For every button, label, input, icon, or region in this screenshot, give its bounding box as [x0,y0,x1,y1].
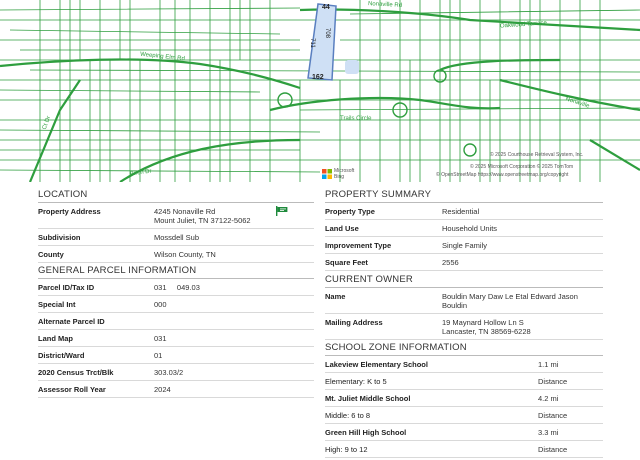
school-middle-distance-label: Distance [538,411,568,420]
square-feet-label: Square Feet [325,258,368,267]
school-row: Middle: 6 to 8 Distance [325,407,603,424]
mailing-address-label: Mailing Address [325,318,383,327]
subdivision-label: Subdivision [38,233,81,242]
current-owner-section: CURRENT OWNER Name Bouldin Mary Daw Le E… [325,274,603,340]
census-label: 2020 Census Trct/Blk [38,368,114,377]
school-middle-name: Mt. Juliet Middle School [325,394,411,403]
owner-row: Mailing Address 19 Maynard Hollow Ln S L… [325,314,603,340]
owner-name-value: Bouldin Mary Daw Le Etal Edward Jason Bo… [442,292,578,310]
parcel-row: Alternate Parcel ID [38,313,314,330]
parcel-label-top: 44 [322,4,330,11]
location-section: LOCATION Property Address 4245 Nonaville… [38,189,314,263]
mailing-address-value: 19 Maynard Hollow Ln S Lancaster, TN 385… [442,318,531,336]
map-credit-line1: © 2025 Courthouse Retrieval System, Inc. [490,152,584,158]
summary-row: Land Use Household Units [325,220,603,237]
parcel-label-left: 711 [308,38,315,48]
parcel-map[interactable]: 44 711 708 162 Nonaville Rd Oakwood Terr… [0,0,640,182]
current-owner-title: CURRENT OWNER [325,274,603,288]
school-row: High: 9 to 12 Distance [325,441,603,458]
location-row-county: County Wilson County, TN [38,246,314,263]
county-label: County [38,250,64,259]
property-type-value: Residential [442,207,480,216]
school-elementary-name: Lakeview Elementary School [325,360,428,369]
map-credit-line2: © 2025 Microsoft Corporation © 2025 TomT… [470,164,574,170]
roll-year-label: Assessor Roll Year [38,385,106,394]
roll-year-value: 2024 [154,385,171,394]
school-elementary-distance: 1.1 mi [538,360,559,369]
parcel-row: Land Map 031 [38,330,314,347]
improvement-type-label: Improvement Type [325,241,392,250]
school-row: Lakeview Elementary School 1.1 mi [325,356,603,373]
general-parcel-title: GENERAL PARCEL INFORMATION [38,265,314,279]
improvement-type-value: Single Family [442,241,488,250]
school-row: Mt. Juliet Middle School 4.2 mi [325,390,603,407]
bing-logo: Microsoft Bing [322,168,366,180]
property-address-value: 4245 Nonaville Rd Mount Juliet, TN 37122… [154,207,251,225]
subdivision-value: Mossdell Sub [154,233,200,242]
special-int-label: Special Int [38,300,76,309]
general-parcel-section: GENERAL PARCEL INFORMATION Parcel ID/Tax… [38,265,314,398]
district-ward-label: District/Ward [38,351,85,360]
special-int-value: 000 [154,300,167,309]
summary-row: Property Type Residential [325,203,603,220]
county-value: Wilson County, TN [154,250,216,259]
property-type-label: Property Type [325,207,375,216]
parcel-row: Parcel ID/Tax ID 031 049.03 [38,279,314,296]
parcel-row: District/Ward 01 [38,347,314,364]
location-row-subdivision: Subdivision Mossdell Sub [38,229,314,246]
square-feet-value: 2556 [442,258,459,267]
school-middle-grades: Middle: 6 to 8 [325,411,371,420]
parcel-row: Special Int 000 [38,296,314,313]
school-row: Green Hill High School 3.3 mi [325,424,603,441]
school-elementary-distance-label: Distance [538,377,568,386]
school-elementary-grades: Elementary: K to 5 [325,377,387,386]
parcel-id-value: 031 049.03 [154,283,200,292]
location-title: LOCATION [38,189,314,203]
district-ward-value: 01 [154,351,163,360]
summary-row: Square Feet 2556 [325,254,603,271]
flag-icon[interactable] [276,206,288,216]
parcel-row: Assessor Roll Year 2024 [38,381,314,398]
school-high-distance-label: Distance [538,445,568,454]
school-middle-distance: 4.2 mi [538,394,559,403]
bing-logo-text: Microsoft Bing [334,168,355,180]
location-row-address: Property Address 4245 Nonaville Rd Mount… [38,203,314,229]
owner-row: Name Bouldin Mary Daw Le Etal Edward Jas… [325,288,603,314]
census-value: 303.03/2 [154,368,184,377]
alternate-parcel-label: Alternate Parcel ID [38,317,105,326]
property-summary-section: PROPERTY SUMMARY Property Type Residenti… [325,189,603,271]
parcel-id-label: Parcel ID/Tax ID [38,283,95,292]
parcel-label-right: 708 [324,27,331,39]
street-label-trails: Trails Circle [340,116,372,122]
parcel-label-bottom: 162 [312,74,324,81]
parcel-row: 2020 Census Trct/Blk 303.03/2 [38,364,314,381]
school-high-name: Green Hill High School [325,428,407,437]
school-zone-section: SCHOOL ZONE INFORMATION Lakeview Element… [325,342,603,458]
owner-name-label: Name [325,292,346,301]
property-summary-title: PROPERTY SUMMARY [325,189,603,203]
school-row: Elementary: K to 5 Distance [325,373,603,390]
land-use-label: Land Use [325,224,359,233]
microsoft-logo-icon [322,169,332,179]
summary-row: Improvement Type Single Family [325,237,603,254]
property-address-label: Property Address [38,207,101,216]
school-high-grades: High: 9 to 12 [325,445,368,454]
map-credit-line3: © OpenStreetMap https://www.openstreetma… [436,172,569,178]
school-high-distance: 3.3 mi [538,428,559,437]
land-map-value: 031 [154,334,167,343]
school-zone-title: SCHOOL ZONE INFORMATION [325,342,603,356]
land-use-value: Household Units [442,224,498,233]
land-map-label: Land Map [38,334,73,343]
